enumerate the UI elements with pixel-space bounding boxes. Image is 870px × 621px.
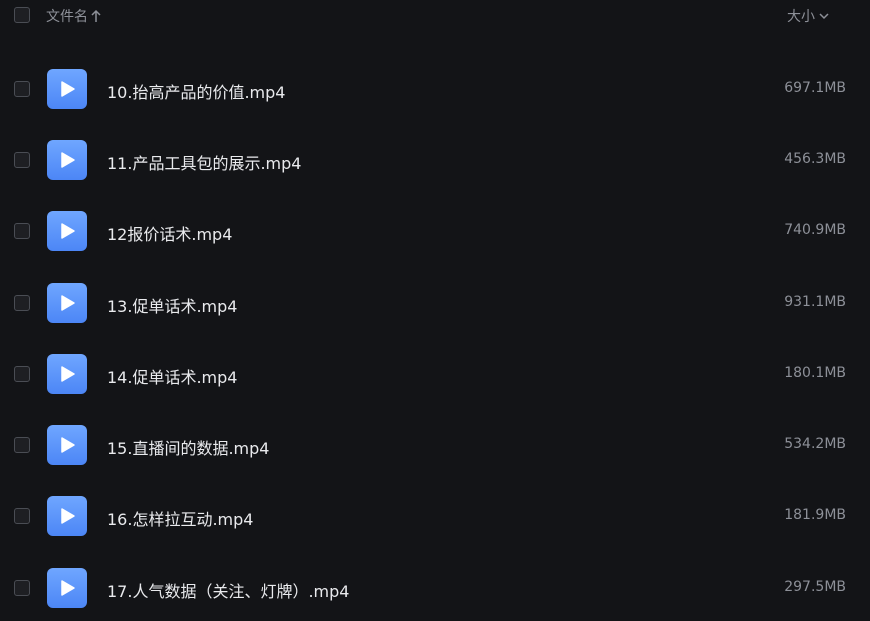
file-row-checkbox[interactable] [14, 366, 30, 382]
video-file-icon[interactable] [47, 568, 87, 608]
play-icon [61, 508, 75, 524]
file-name[interactable]: 10.抬高产品的价值.mp4 [107, 79, 285, 103]
file-name[interactable]: 11.产品工具包的展示.mp4 [107, 150, 301, 174]
video-file-icon[interactable] [47, 69, 87, 109]
video-file-icon[interactable] [47, 283, 87, 323]
file-name[interactable]: 16.怎样拉互动.mp4 [107, 506, 253, 530]
file-row-checkbox[interactable] [14, 152, 30, 168]
file-row[interactable]: 11.产品工具包的展示.mp4 456.3MB [0, 133, 870, 187]
file-row-checkbox[interactable] [14, 508, 30, 524]
file-name[interactable]: 15.直播间的数据.mp4 [107, 435, 269, 459]
file-row[interactable]: 10.抬高产品的价值.mp4 697.1MB [0, 62, 870, 116]
play-icon [61, 366, 75, 382]
file-row-checkbox[interactable] [14, 223, 30, 239]
file-row-checkbox[interactable] [14, 295, 30, 311]
file-name[interactable]: 13.促单话术.mp4 [107, 293, 237, 317]
file-row[interactable]: 14.促单话术.mp4 180.1MB [0, 347, 870, 401]
select-all-checkbox[interactable] [14, 7, 30, 23]
file-size: 697.1MB [784, 80, 846, 96]
file-row[interactable]: 15.直播间的数据.mp4 534.2MB [0, 418, 870, 472]
file-row[interactable]: 17.人气数据（关注、灯牌）.mp4 297.5MB [0, 561, 870, 615]
file-name[interactable]: 12报价话术.mp4 [107, 221, 232, 245]
file-row-checkbox[interactable] [14, 580, 30, 596]
video-file-icon[interactable] [47, 425, 87, 465]
file-list-header: 文件名 大小 [0, 0, 870, 34]
video-file-icon[interactable] [47, 140, 87, 180]
file-size: 931.1MB [784, 294, 846, 310]
file-size: 180.1MB [784, 365, 846, 381]
file-size: 181.9MB [784, 507, 846, 523]
sort-by-name-header[interactable]: 文件名 [46, 6, 102, 26]
video-file-icon[interactable] [47, 354, 87, 394]
file-row-checkbox[interactable] [14, 81, 30, 97]
file-name[interactable]: 17.人气数据（关注、灯牌）.mp4 [107, 578, 349, 602]
file-size: 456.3MB [784, 151, 846, 167]
play-icon [61, 295, 75, 311]
play-icon [61, 437, 75, 453]
size-column-label: 大小 [787, 9, 815, 25]
video-file-icon[interactable] [47, 496, 87, 536]
file-row[interactable]: 13.促单话术.mp4 931.1MB [0, 276, 870, 330]
file-size: 297.5MB [784, 579, 846, 595]
file-row-checkbox[interactable] [14, 437, 30, 453]
chevron-down-icon [819, 13, 829, 20]
arrow-up-icon [91, 9, 101, 22]
play-icon [61, 580, 75, 596]
name-column-label: 文件名 [46, 9, 88, 25]
file-list-page: 文件名 大小 10.抬高产品的价值.mp4 697.1MB 11.产品工具包的展示.… [0, 0, 870, 621]
file-row[interactable]: 12报价话术.mp4 740.9MB [0, 204, 870, 258]
play-icon [61, 152, 75, 168]
play-icon [61, 223, 75, 239]
file-size: 534.2MB [784, 436, 846, 452]
sort-by-size-header[interactable]: 大小 [787, 6, 830, 26]
file-name[interactable]: 14.促单话术.mp4 [107, 364, 237, 388]
file-size: 740.9MB [784, 222, 846, 238]
file-row[interactable]: 16.怎样拉互动.mp4 181.9MB [0, 489, 870, 543]
play-icon [61, 81, 75, 97]
video-file-icon[interactable] [47, 211, 87, 251]
